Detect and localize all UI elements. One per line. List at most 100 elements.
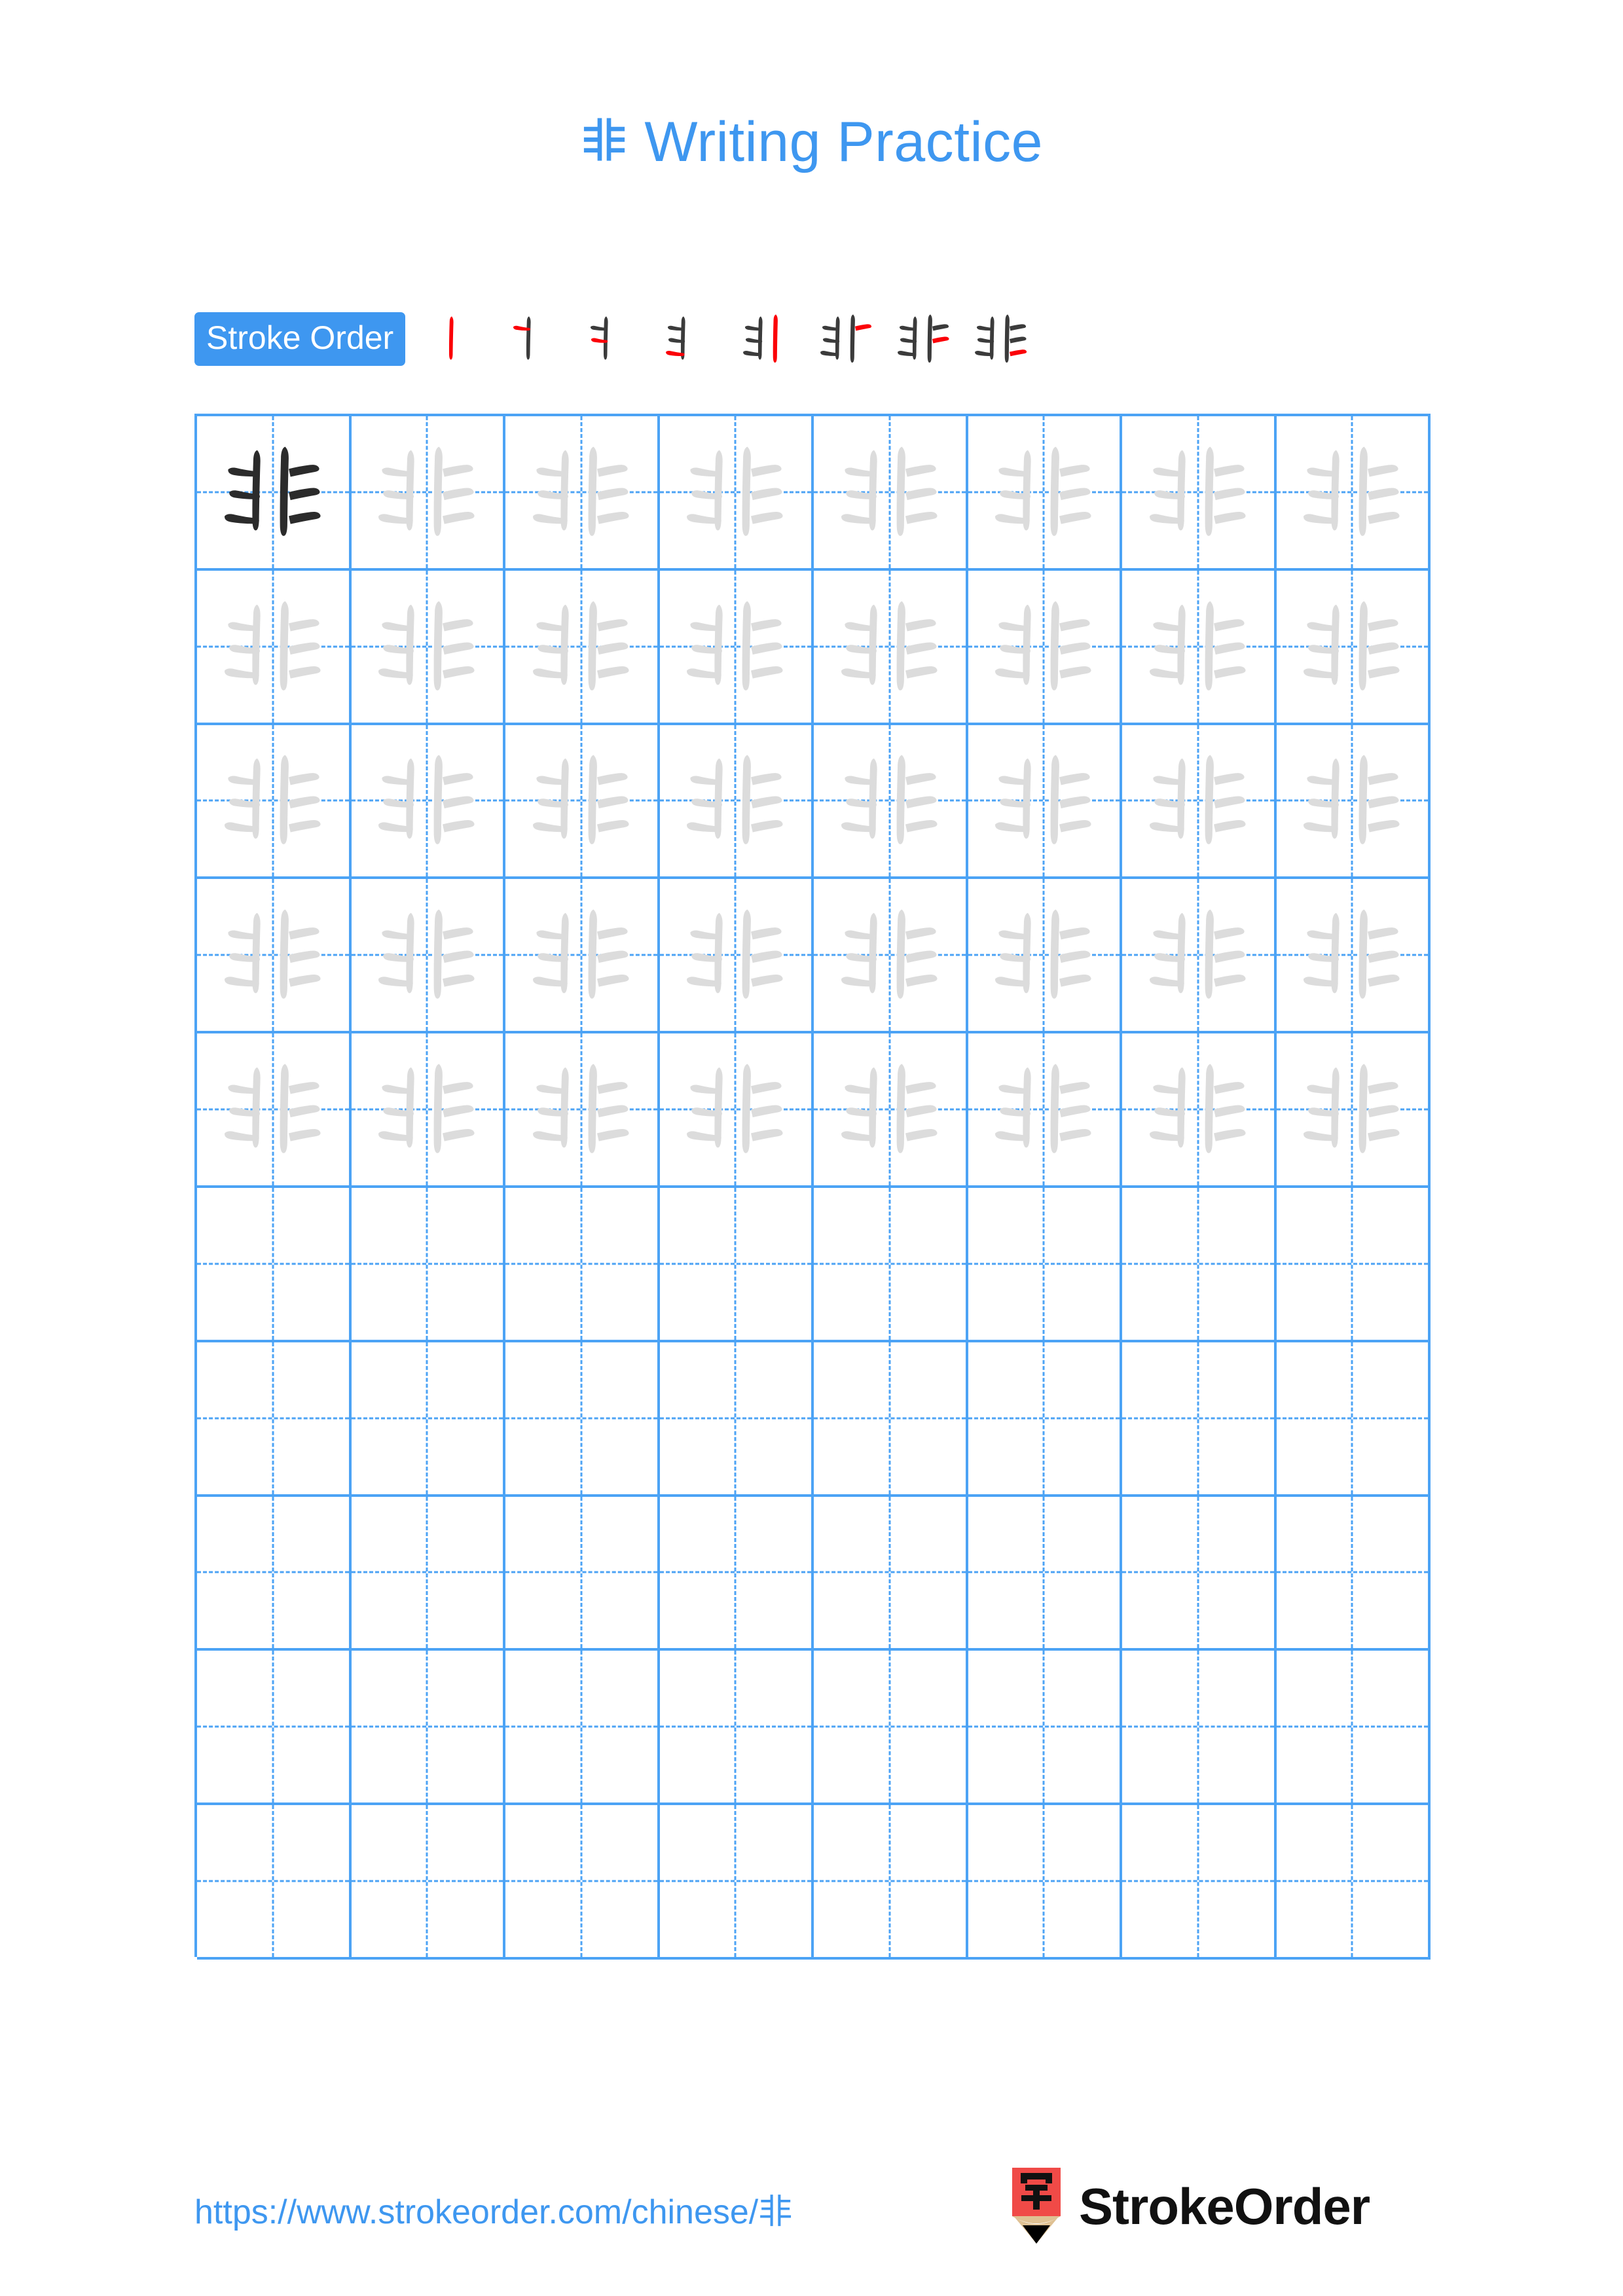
grid-cell-trace[interactable] xyxy=(814,879,968,1034)
grid-cell-trace[interactable] xyxy=(351,1033,505,1188)
grid-cell-trace[interactable] xyxy=(814,416,968,571)
grid-cell-empty[interactable] xyxy=(659,1651,814,1806)
grid-cell-empty[interactable] xyxy=(351,1187,505,1342)
grid-cell-trace[interactable] xyxy=(505,725,660,880)
grid-cell-empty[interactable] xyxy=(968,1187,1122,1342)
grid-cell-empty[interactable] xyxy=(968,1651,1122,1806)
grid-cell-empty[interactable] xyxy=(1276,1805,1431,1960)
grid-cell-empty[interactable] xyxy=(1122,1805,1277,1960)
grid-row xyxy=(197,879,1431,1034)
grid-cell-empty[interactable] xyxy=(968,1496,1122,1651)
grid-cell-trace[interactable] xyxy=(505,1033,660,1188)
grid-row xyxy=(197,1342,1431,1497)
grid-cell-empty[interactable] xyxy=(197,1342,352,1497)
grid-cell-trace[interactable] xyxy=(505,416,660,571)
grid-cell-trace[interactable] xyxy=(659,416,814,571)
grid-cell-empty[interactable] xyxy=(1122,1187,1277,1342)
grid-cell-trace[interactable] xyxy=(1276,570,1431,725)
grid-cell-empty[interactable] xyxy=(659,1342,814,1497)
grid-cell-empty[interactable] xyxy=(1276,1496,1431,1651)
grid-cell-empty[interactable] xyxy=(197,1187,352,1342)
grid-cell-trace[interactable] xyxy=(1122,416,1277,571)
footer-brand[interactable]: StrokeOrder xyxy=(1008,2168,1370,2245)
grid-cell-trace[interactable] xyxy=(659,1033,814,1188)
grid-cell-trace[interactable] xyxy=(659,879,814,1034)
grid-cell-empty[interactable] xyxy=(351,1651,505,1806)
grid-cell-trace[interactable] xyxy=(351,570,505,725)
trace-character xyxy=(660,1033,812,1185)
grid-cell-empty[interactable] xyxy=(1122,1342,1277,1497)
footer-url[interactable]: https://www.strokeorder.com/chinese/非 xyxy=(194,2184,792,2233)
grid-cell-empty[interactable] xyxy=(659,1187,814,1342)
grid-cell-trace[interactable] xyxy=(1276,416,1431,571)
trace-character xyxy=(505,879,657,1031)
stroke-step-2 xyxy=(506,308,569,370)
trace-character xyxy=(968,571,1120,723)
stroke-order-steps xyxy=(429,308,1047,370)
grid-cell-trace[interactable] xyxy=(351,725,505,880)
grid-cell-trace[interactable] xyxy=(814,570,968,725)
grid-cell-trace[interactable] xyxy=(197,725,352,880)
grid-cell-empty[interactable] xyxy=(505,1651,660,1806)
grid-cell-trace[interactable] xyxy=(814,1033,968,1188)
grid-cell-trace[interactable] xyxy=(1276,1033,1431,1188)
grid-cell-empty[interactable] xyxy=(814,1187,968,1342)
grid-cell-empty[interactable] xyxy=(197,1496,352,1651)
trace-character xyxy=(352,725,503,877)
grid-cell-empty[interactable] xyxy=(1122,1651,1277,1806)
grid-cell-empty[interactable] xyxy=(659,1496,814,1651)
grid-cell-trace[interactable] xyxy=(351,416,505,571)
grid-cell-trace[interactable] xyxy=(505,879,660,1034)
title-character xyxy=(580,114,629,179)
grid-cell-empty[interactable] xyxy=(659,1805,814,1960)
stroke-step-7 xyxy=(892,308,955,370)
grid-cell-trace[interactable] xyxy=(1122,1033,1277,1188)
grid-cell-empty[interactable] xyxy=(814,1651,968,1806)
grid-cell-empty[interactable] xyxy=(197,1651,352,1806)
grid-cell-empty[interactable] xyxy=(505,1805,660,1960)
grid-cell-trace[interactable] xyxy=(968,879,1122,1034)
grid-cell-trace[interactable] xyxy=(968,725,1122,880)
grid-cell-empty[interactable] xyxy=(197,1805,352,1960)
grid-cell-trace[interactable] xyxy=(1276,725,1431,880)
grid-cell-model[interactable] xyxy=(197,416,352,571)
grid-cell-empty[interactable] xyxy=(968,1805,1122,1960)
trace-character xyxy=(814,571,966,723)
trace-character xyxy=(814,879,966,1031)
grid-cell-empty[interactable] xyxy=(505,1187,660,1342)
grid-cell-empty[interactable] xyxy=(1276,1342,1431,1497)
grid-cell-empty[interactable] xyxy=(505,1342,660,1497)
grid-row xyxy=(197,1033,1431,1188)
model-character xyxy=(197,416,349,568)
trace-character xyxy=(814,1033,966,1185)
grid-cell-empty[interactable] xyxy=(814,1805,968,1960)
grid-cell-empty[interactable] xyxy=(814,1496,968,1651)
trace-character xyxy=(660,571,812,723)
grid-cell-empty[interactable] xyxy=(351,1805,505,1960)
trace-character xyxy=(1122,571,1274,723)
grid-cell-empty[interactable] xyxy=(351,1342,505,1497)
grid-cell-trace[interactable] xyxy=(1276,879,1431,1034)
grid-cell-trace[interactable] xyxy=(197,879,352,1034)
grid-cell-trace[interactable] xyxy=(351,879,505,1034)
trace-character xyxy=(814,416,966,568)
grid-cell-empty[interactable] xyxy=(814,1342,968,1497)
grid-cell-trace[interactable] xyxy=(968,416,1122,571)
grid-cell-trace[interactable] xyxy=(1122,879,1277,1034)
grid-cell-trace[interactable] xyxy=(968,570,1122,725)
grid-cell-trace[interactable] xyxy=(814,725,968,880)
grid-cell-empty[interactable] xyxy=(1276,1651,1431,1806)
grid-cell-empty[interactable] xyxy=(351,1496,505,1651)
grid-cell-trace[interactable] xyxy=(197,1033,352,1188)
grid-cell-trace[interactable] xyxy=(1122,725,1277,880)
grid-cell-trace[interactable] xyxy=(197,570,352,725)
grid-cell-empty[interactable] xyxy=(505,1496,660,1651)
grid-cell-empty[interactable] xyxy=(968,1342,1122,1497)
grid-cell-trace[interactable] xyxy=(659,570,814,725)
grid-cell-trace[interactable] xyxy=(505,570,660,725)
grid-cell-trace[interactable] xyxy=(659,725,814,880)
grid-cell-trace[interactable] xyxy=(1122,570,1277,725)
grid-cell-trace[interactable] xyxy=(968,1033,1122,1188)
grid-cell-empty[interactable] xyxy=(1122,1496,1277,1651)
grid-cell-empty[interactable] xyxy=(1276,1187,1431,1342)
